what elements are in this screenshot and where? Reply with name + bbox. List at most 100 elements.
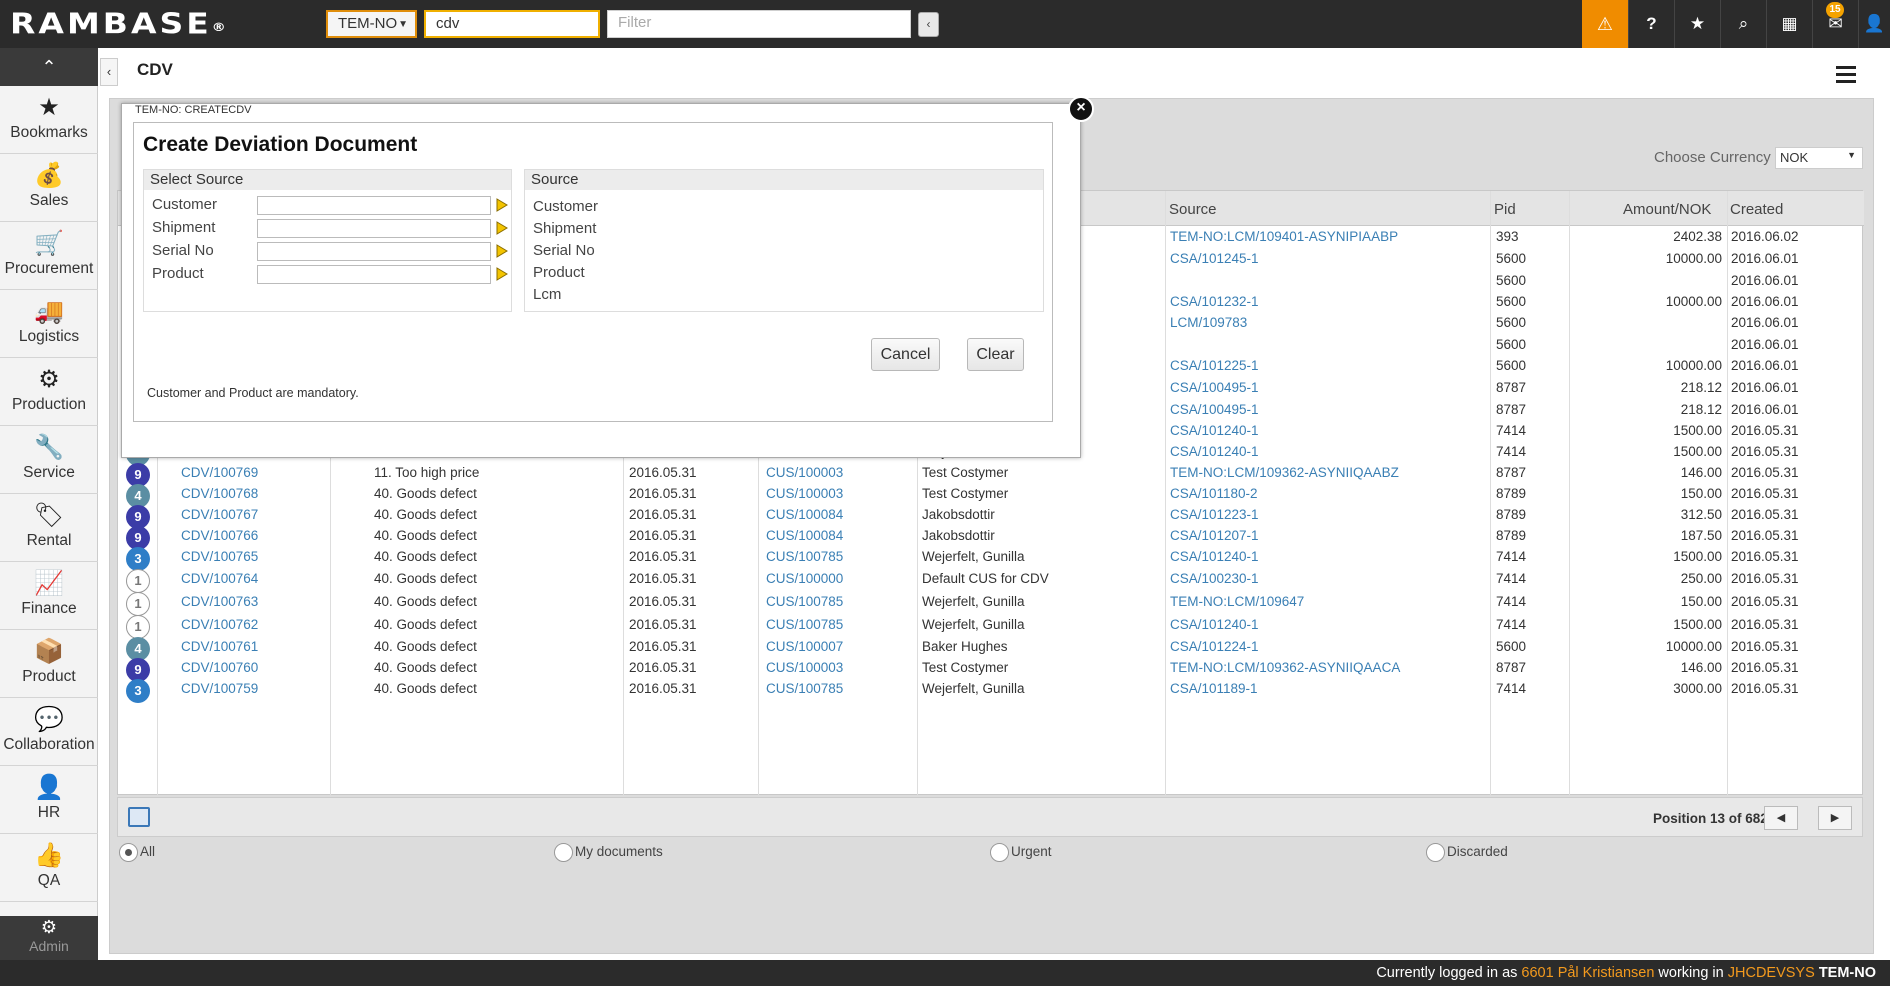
source-link[interactable]: CSA/101207-1 (1170, 528, 1259, 543)
source-link[interactable]: TEM-NO:LCM/109401-ASYNIPIAABP (1170, 229, 1398, 244)
company-select[interactable]: TEM-NO ▼ (326, 10, 417, 38)
logged-in-user[interactable]: 6601 Pål Kristiansen (1521, 965, 1654, 981)
table-row[interactable]: 3 CDV/100759 40. Goods defect 2016.05.31 CUS… (118, 679, 1864, 703)
sidebar-item-procurement[interactable]: 🛒 Procurement (0, 222, 98, 290)
sidebar-item-logistics[interactable]: 🚚 Logistics (0, 290, 98, 358)
user-button[interactable]: 👤 (1858, 0, 1890, 48)
arrow-right-icon[interactable] (495, 244, 509, 258)
filter-input[interactable]: Filter (607, 10, 911, 38)
table-row[interactable]: 4 CDV/100761 40. Goods defect 2016.05.31 CUS… (118, 637, 1864, 661)
source-link[interactable]: CSA/101245-1 (1170, 251, 1259, 266)
col-header-amount[interactable]: Amount/NOK (1623, 201, 1711, 218)
source-link[interactable]: CSA/100495-1 (1170, 380, 1259, 395)
sidebar-item-collaboration[interactable]: 💬 Collaboration (0, 698, 98, 766)
help-button[interactable]: ? (1628, 0, 1674, 48)
sidebar-item-sales[interactable]: 💰 Sales (0, 154, 98, 222)
close-dialog-button[interactable]: × (1068, 96, 1094, 122)
cdv-link[interactable]: CDV/100763 (181, 594, 258, 609)
customer-link[interactable]: CUS/100785 (766, 594, 843, 609)
cdv-link[interactable]: CDV/100760 (181, 660, 258, 675)
table-row[interactable]: 1 CDV/100762 40. Goods defect 2016.05.31 CUS… (118, 615, 1864, 639)
filter-discarded[interactable]: Discarded (1426, 843, 1508, 862)
cdv-link[interactable]: CDV/100761 (181, 639, 258, 654)
collapse-button[interactable]: ‹ (918, 12, 939, 37)
customer-link[interactable]: CUS/100003 (766, 465, 843, 480)
table-row[interactable]: 4 CDV/100768 40. Goods defect 2016.05.31 CUS… (118, 484, 1864, 508)
arrow-right-icon[interactable] (495, 198, 509, 212)
arrow-right-icon[interactable] (495, 221, 509, 235)
source-link[interactable]: CSA/101180-2 (1170, 486, 1258, 501)
customer-link[interactable]: CUS/100785 (766, 549, 843, 564)
col-header-created[interactable]: Created (1730, 201, 1783, 218)
source-option-customer[interactable]: Customer (533, 198, 598, 215)
product-input[interactable] (257, 265, 491, 284)
source-link[interactable]: CSA/101240-1 (1170, 617, 1259, 632)
table-row[interactable]: 9 CDV/100766 40. Goods defect 2016.05.31 CUS… (118, 526, 1864, 550)
customer-link[interactable]: CUS/100785 (766, 681, 843, 696)
back-button[interactable]: ‹ (100, 58, 118, 86)
sidebar-item-bookmarks[interactable]: ★ Bookmarks (0, 86, 98, 154)
cdv-link[interactable]: CDV/100759 (181, 681, 258, 696)
source-link[interactable]: CSA/100230-1 (1170, 571, 1259, 586)
sidebar-item-hr[interactable]: 👤 HR (0, 766, 98, 834)
source-link[interactable]: CSA/101240-1 (1170, 549, 1259, 564)
prev-page-button[interactable]: ◀ (1764, 806, 1798, 830)
cdv-link[interactable]: CDV/100768 (181, 486, 258, 501)
source-link[interactable]: CSA/101232-1 (1170, 294, 1259, 309)
filter-all[interactable]: All (119, 843, 155, 862)
customer-link[interactable]: CUS/100003 (766, 660, 843, 675)
sidebar-item-rental[interactable]: 🏷 Rental (0, 494, 98, 562)
cdv-link[interactable]: CDV/100765 (181, 549, 258, 564)
table-row[interactable]: 9 CDV/100760 40. Goods defect 2016.05.31 CUS… (118, 658, 1864, 682)
sidebar-item-service[interactable]: 🔧 Service (0, 426, 98, 494)
source-link[interactable]: CSA/101224-1 (1170, 639, 1259, 654)
source-link[interactable]: TEM-NO:LCM/109362-ASYNIIQAACA (1170, 660, 1400, 675)
source-link[interactable]: CSA/101189-1 (1170, 681, 1258, 696)
cdv-link[interactable]: CDV/100769 (181, 465, 258, 480)
sidebar-item-admin[interactable]: ⚙ Admin (0, 916, 98, 960)
source-option-serial-no[interactable]: Serial No (533, 242, 595, 259)
currency-select[interactable]: NOK ▼ (1775, 147, 1863, 169)
table-row[interactable]: 1 CDV/100763 40. Goods defect 2016.05.31 CUS… (118, 592, 1864, 616)
source-link[interactable]: CSA/101223-1 (1170, 507, 1259, 522)
search-input[interactable]: cdv (424, 10, 600, 38)
attachments-button[interactable]: ⌕ (1720, 0, 1766, 48)
customer-link[interactable]: CUS/100007 (766, 639, 843, 654)
col-header-source[interactable]: Source (1169, 201, 1217, 218)
filter-my-documents[interactable]: My documents (554, 843, 663, 862)
customer-link[interactable]: CUS/100084 (766, 528, 843, 543)
table-row[interactable]: 9 CDV/100769 11. Too high price 2016.05.31 C… (118, 463, 1864, 487)
source-link[interactable]: CSA/101225-1 (1170, 358, 1259, 373)
bookmarks-button[interactable]: ★ (1674, 0, 1720, 48)
source-option-product[interactable]: Product (533, 264, 585, 281)
customer-link[interactable]: CUS/100003 (766, 486, 843, 501)
sidebar-item-production[interactable]: ⚙ Production (0, 358, 98, 426)
cdv-link[interactable]: CDV/100762 (181, 617, 258, 632)
customer-link[interactable]: CUS/100000 (766, 571, 843, 586)
filter-urgent[interactable]: Urgent (990, 843, 1052, 862)
sidebar-item-product[interactable]: 📦 Product (0, 630, 98, 698)
source-option-lcm[interactable]: Lcm (533, 286, 561, 303)
cdv-link[interactable]: CDV/100764 (181, 571, 258, 586)
shipment-input[interactable] (257, 219, 491, 238)
customer-link[interactable]: CUS/100785 (766, 617, 843, 632)
customer-input[interactable] (257, 196, 491, 215)
sidebar-scroll-up[interactable]: ⌃ (0, 48, 98, 86)
calendar-button[interactable]: ▦ (1766, 0, 1812, 48)
cdv-link[interactable]: CDV/100766 (181, 528, 258, 543)
source-option-shipment[interactable]: Shipment (533, 220, 596, 237)
source-link[interactable]: LCM/109783 (1170, 315, 1247, 330)
rambase-logo[interactable]: RAMBASE® (10, 8, 226, 40)
warning-button[interactable]: ⚠ (1582, 0, 1628, 48)
table-row[interactable]: 3 CDV/100765 40. Goods defect 2016.05.31 CUS… (118, 547, 1864, 571)
grid-settings-icon[interactable] (128, 807, 150, 827)
customer-link[interactable]: CUS/100084 (766, 507, 843, 522)
col-header-pid[interactable]: Pid (1494, 201, 1516, 218)
source-link[interactable]: TEM-NO:LCM/109362-ASYNIIQAABZ (1170, 465, 1399, 480)
source-link[interactable]: CSA/101240-1 (1170, 444, 1259, 459)
arrow-right-icon[interactable] (495, 267, 509, 281)
clear-button[interactable]: Clear (967, 338, 1024, 371)
table-row[interactable]: 9 CDV/100767 40. Goods defect 2016.05.31 CUS… (118, 505, 1864, 529)
cdv-link[interactable]: CDV/100767 (181, 507, 258, 522)
sidebar-item-finance[interactable]: 📈 Finance (0, 562, 98, 630)
